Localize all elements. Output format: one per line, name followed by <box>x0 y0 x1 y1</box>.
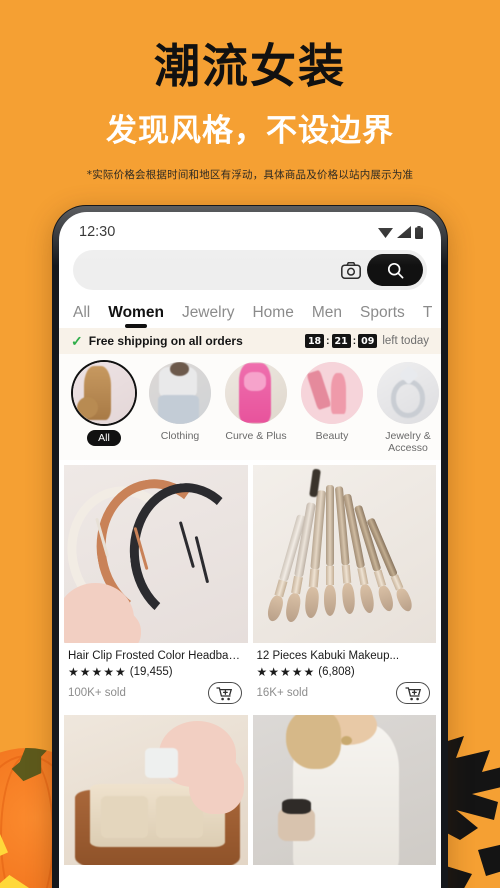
product-card-white-top[interactable] <box>252 715 436 866</box>
countdown-separator: : <box>352 335 357 347</box>
product-footer: 100K+ sold <box>64 679 248 710</box>
poster-disclaimer: *实际价格会根据时间和地区有浮动，具体商品及价格以站内展示为准 <box>86 168 414 181</box>
category-label-all: All <box>87 430 121 447</box>
countdown-suffix: left today <box>382 335 429 347</box>
check-icon: ✓ <box>71 332 83 349</box>
camera-icon[interactable] <box>341 261 361 279</box>
cellular-signal-icon <box>397 226 411 238</box>
rating-count: (19,455) <box>129 666 173 679</box>
free-shipping-label: Free shipping on all orders <box>88 334 243 348</box>
wifi-icon <box>378 228 393 238</box>
category-tab-bar[interactable]: All Women Jewelry Home Men Sports T <box>59 296 441 328</box>
free-shipping-banner: ✓ Free shipping on all orders 18 : 21 : … <box>59 328 441 354</box>
product-card-makeup-brushes[interactable]: 12 Pieces Kabuki Makeup... ★★★★★ (6,808)… <box>252 465 437 711</box>
tab-jewelry[interactable]: Jewelry <box>182 304 235 328</box>
countdown-seconds: 09 <box>358 334 378 348</box>
search-icon <box>387 262 403 278</box>
rating-count: (6,808) <box>318 666 355 679</box>
category-thumb-jewelry <box>377 362 439 424</box>
category-thumb-beauty <box>301 362 363 424</box>
countdown-timer: 18 : 21 : 09 left today <box>304 334 429 348</box>
product-image-white-top <box>252 715 436 866</box>
category-label-clothing: Clothing <box>160 430 200 442</box>
countdown-separator: : <box>326 335 330 347</box>
tab-women[interactable]: Women <box>108 304 164 328</box>
product-card-cosmetic-bag[interactable] <box>64 715 248 866</box>
product-footer: 16K+ sold <box>253 679 437 710</box>
category-thumb-clothing <box>149 362 211 424</box>
category-label-curve-plus: Curve & Plus <box>225 430 287 442</box>
category-thumb-curve-plus <box>225 362 287 424</box>
rating-stars: ★★★★★ <box>68 665 127 680</box>
countdown-hours: 18 <box>304 334 325 348</box>
product-rating: ★★★★★ (6,808) <box>253 662 437 679</box>
status-bar-icons <box>378 225 423 239</box>
page-subtitle: 发现风格，不设边界 <box>106 112 394 149</box>
product-grid-row-2 <box>59 710 441 866</box>
tab-truncated[interactable]: T <box>423 304 432 328</box>
phone-mockup: 12:30 All Women Jewelry Home Men Sports … <box>52 205 448 888</box>
product-image-cosmetic-bag <box>64 715 248 866</box>
search-row <box>59 246 441 296</box>
product-image-makeup-brushes <box>252 465 436 644</box>
add-to-cart-icon <box>404 686 421 700</box>
search-button[interactable] <box>367 254 423 286</box>
poster-root: 潮流女装 发现风格，不设边界 *实际价格会根据时间和地区有浮动，具体商品及价格以… <box>0 0 500 888</box>
phone-screen: 12:30 All Women Jewelry Home Men Sports … <box>59 212 441 888</box>
poster-headline-block: 潮流女装 发现风格，不设边界 *实际价格会根据时间和地区有浮动，具体商品及价格以… <box>0 0 500 182</box>
product-sold-count: 100K+ sold <box>68 687 126 700</box>
status-bar: 12:30 <box>59 212 441 246</box>
category-item-jewelry-accessories[interactable]: Jewelry & Accesso <box>377 362 439 454</box>
category-item-clothing[interactable]: Clothing <box>149 362 211 454</box>
product-image-headband <box>64 465 248 644</box>
product-title: Hair Clip Frosted Color Headband... <box>68 650 248 663</box>
rating-stars: ★★★★★ <box>256 665 316 680</box>
category-item-curve-plus[interactable]: Curve & Plus <box>225 362 287 454</box>
status-bar-time: 12:30 <box>79 224 116 240</box>
tab-all[interactable]: All <box>73 304 90 328</box>
product-grid: Hair Clip Frosted Color Headband... ★★★★… <box>59 460 441 711</box>
category-item-all[interactable]: All <box>73 362 135 454</box>
tab-sports[interactable]: Sports <box>360 304 405 328</box>
tab-men[interactable]: Men <box>312 304 342 328</box>
category-thumb-all <box>73 362 135 424</box>
category-carousel[interactable]: All Clothing Curve & Plus Beauty Jewelry… <box>59 354 441 461</box>
product-rating: ★★★★★ (19,455) <box>64 662 248 679</box>
add-to-cart-icon <box>216 686 233 700</box>
category-label-jewelry-accessories: Jewelry & Accesso <box>385 430 431 455</box>
battery-icon <box>415 225 423 239</box>
add-to-cart-button[interactable] <box>207 682 242 705</box>
category-item-beauty[interactable]: Beauty <box>301 362 363 454</box>
product-title: 12 Pieces Kabuki Makeup... <box>256 650 400 663</box>
product-card-headband[interactable]: Hair Clip Frosted Color Headband... ★★★★… <box>64 465 248 711</box>
product-sold-count: 16K+ sold <box>256 687 308 700</box>
countdown-minutes: 21 <box>331 334 351 348</box>
add-to-cart-button[interactable] <box>396 682 430 705</box>
page-title: 潮流女装 <box>154 39 346 93</box>
tab-home[interactable]: Home <box>252 304 293 328</box>
search-input[interactable] <box>73 250 427 290</box>
category-label-beauty: Beauty <box>315 430 349 442</box>
